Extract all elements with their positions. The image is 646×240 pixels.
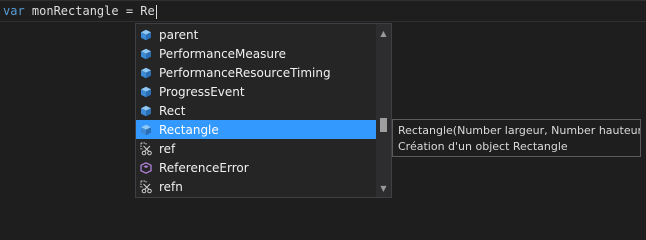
completion-scrollbar[interactable]: ▲ ▼: [376, 24, 391, 197]
cube-icon: [138, 84, 154, 100]
scroll-up-arrow-icon[interactable]: ▲: [376, 26, 391, 40]
completion-item[interactable]: refn: [136, 177, 376, 196]
keyword-var: var: [3, 4, 25, 18]
cube-icon: [138, 27, 154, 43]
cube-icon: [138, 65, 154, 81]
completion-item-label: Rectangle: [159, 122, 219, 137]
cube-icon: [138, 103, 154, 119]
completion-item[interactable]: ref: [136, 139, 376, 158]
completion-item-label: ProgressEvent: [159, 84, 245, 99]
completion-list[interactable]: parent PerformanceMeasure PerformanceResou…: [135, 23, 392, 198]
tooltip-signature: Rectangle(Number largeur, Number hauteur…: [398, 124, 641, 137]
snippet-icon: [138, 141, 154, 157]
object-icon: [138, 160, 154, 176]
completion-item-label: PerformanceResourceTiming: [159, 65, 331, 80]
completion-item[interactable]: Rectangle: [136, 120, 376, 139]
completion-item-label: PerformanceMeasure: [159, 46, 287, 61]
code-editor[interactable]: var monRectangle = Re parent PerformanceM…: [0, 0, 646, 205]
cube-icon: [138, 46, 154, 62]
cube-icon: [138, 122, 154, 138]
completion-item-label: ref: [159, 141, 176, 156]
tooltip-description: Création d'un object Rectangle: [398, 140, 568, 153]
snippet-icon: [138, 179, 154, 195]
text-caret: [155, 4, 157, 19]
completion-items: parent PerformanceMeasure PerformanceResou…: [136, 24, 376, 197]
completion-item[interactable]: ReferenceError: [136, 158, 376, 177]
completion-item-label: Rect: [159, 103, 186, 118]
scroll-down-arrow-icon[interactable]: ▼: [376, 181, 391, 195]
completion-item[interactable]: ProgressEvent: [136, 82, 376, 101]
completion-item[interactable]: parent: [136, 25, 376, 44]
completion-item[interactable]: PerformanceMeasure: [136, 44, 376, 63]
code-text: monRectangle = Re: [24, 4, 155, 18]
completion-item-label: refn: [159, 179, 183, 194]
scroll-thumb[interactable]: [380, 118, 387, 132]
completion-item-label: ReferenceError: [159, 160, 249, 175]
signature-tooltip: Rectangle(Number largeur, Number hauteur…: [392, 119, 641, 157]
completion-item-label: parent: [159, 27, 199, 42]
completion-item[interactable]: Rect: [136, 101, 376, 120]
completion-item[interactable]: PerformanceResourceTiming: [136, 63, 376, 82]
code-line[interactable]: var monRectangle = Re: [0, 0, 646, 22]
